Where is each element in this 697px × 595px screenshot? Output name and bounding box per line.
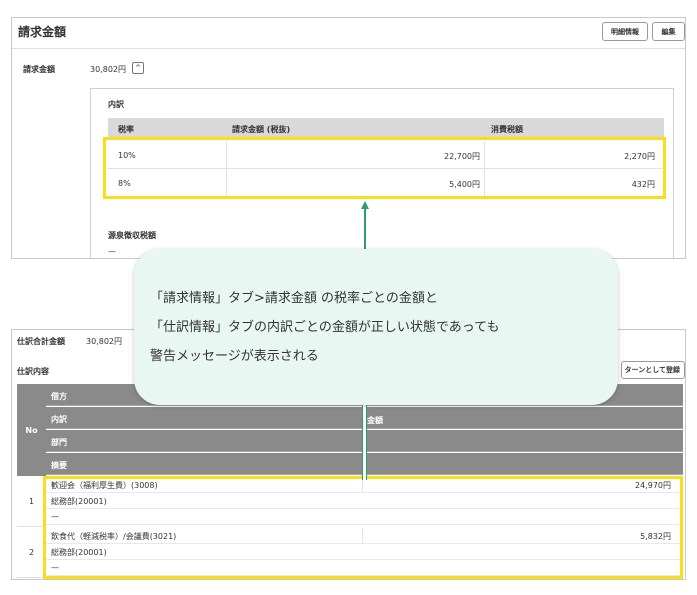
row-tax: 2,270円 bbox=[624, 152, 655, 161]
journal-total-value: 30,802円 bbox=[86, 337, 122, 346]
withholding-tax-label: 源泉徴収税額 bbox=[108, 231, 156, 240]
register-pattern-button[interactable]: ターンとして登録 bbox=[621, 361, 685, 379]
entry-department: 総務部(20001) bbox=[51, 548, 107, 557]
entry-no: 2 bbox=[17, 528, 46, 578]
chevron-up-icon: ^ bbox=[135, 64, 141, 72]
row-amount: 5,400円 bbox=[449, 180, 480, 189]
list-item: 飲食代（軽減税率）/会議費(3021) 5,832円 bbox=[46, 528, 683, 544]
list-item: 総務部(20001) bbox=[46, 544, 683, 560]
entry-amount: 5,832円 bbox=[640, 532, 671, 541]
billing-amount-label: 請求金額 bbox=[23, 65, 55, 74]
callout-line-2: 「仕訳情報」タブの内訳ごとの金額が正しい状態であっても bbox=[150, 320, 500, 335]
detail-info-button[interactable]: 明細情報 bbox=[602, 22, 648, 41]
col-amount-excl-tax: 請求金額 (税抜) bbox=[232, 125, 291, 134]
entry-account: 飲食代（軽減税率）/会議費(3021) bbox=[51, 532, 177, 541]
billing-panel-header: 請求金額 明細情報 編集 bbox=[12, 18, 685, 49]
table-row: 8% 5,400円 432円 bbox=[108, 169, 664, 197]
arrow-up-icon bbox=[361, 201, 369, 209]
entry-memo: — bbox=[51, 563, 59, 572]
withholding-tax-value: — bbox=[108, 247, 116, 256]
col-tax-rate: 税率 bbox=[118, 125, 134, 134]
table-row: 10% 22,700円 2,270円 bbox=[108, 141, 664, 169]
callout-line-1: 「請求情報」タブ>請求金額 の税率ごとの金額と bbox=[150, 291, 438, 306]
billing-breakdown: 内訳 税率 請求金額 (税抜) 消費税額 10% 22,700円 2,270円 … bbox=[90, 88, 674, 258]
journal-section-label: 仕訳内容 bbox=[17, 367, 49, 376]
breakdown-title: 内訳 bbox=[108, 100, 124, 109]
list-item: — bbox=[46, 509, 683, 525]
col-consumption-tax: 消費税額 bbox=[491, 125, 523, 134]
connector-line-top bbox=[364, 208, 366, 250]
entry-department: 総務部(20001) bbox=[51, 497, 107, 506]
header-debit-label: 借方 bbox=[51, 392, 67, 401]
row-tax: 432円 bbox=[631, 180, 655, 189]
entry-memo: — bbox=[51, 512, 59, 521]
connector-line-bottom bbox=[362, 404, 367, 480]
collapse-toggle-button[interactable]: ^ bbox=[132, 62, 144, 74]
row-tax-rate: 8% bbox=[118, 179, 131, 188]
list-item: 総務部(20001) bbox=[46, 493, 683, 509]
header-department-label: 部門 bbox=[51, 438, 67, 447]
billing-panel-title: 請求金額 bbox=[18, 25, 67, 39]
header-memo-label: 摘要 bbox=[51, 461, 67, 470]
entry-amount: 24,970円 bbox=[635, 481, 671, 490]
breakdown-table-header: 税率 請求金額 (税抜) 消費税額 bbox=[108, 118, 664, 138]
col-no-header: No bbox=[17, 384, 46, 476]
entry-account: 歓迎会（福利厚生費）(3008) bbox=[51, 481, 158, 490]
entry-no: 1 bbox=[17, 477, 46, 527]
billing-amount-value: 30,802円 bbox=[90, 65, 126, 74]
warning-callout: 「請求情報」タブ>請求金額 の税率ごとの金額と 「仕訳情報」タブの内訳ごとの金額… bbox=[134, 249, 618, 405]
journal-total-label: 仕訳合計金額 bbox=[17, 337, 65, 346]
callout-line-3: 警告メッセージが表示される bbox=[150, 349, 319, 364]
list-item: — bbox=[46, 560, 683, 576]
row-amount: 22,700円 bbox=[444, 152, 480, 161]
row-tax-rate: 10% bbox=[118, 151, 136, 160]
edit-button[interactable]: 編集 bbox=[652, 22, 685, 41]
header-amount-label: 金額 bbox=[367, 416, 383, 425]
billing-panel: 請求金額 明細情報 編集 請求金額 30,802円 ^ 内訳 税率 請求金額 (… bbox=[11, 17, 686, 259]
header-breakdown-label: 内訳 bbox=[51, 415, 67, 424]
